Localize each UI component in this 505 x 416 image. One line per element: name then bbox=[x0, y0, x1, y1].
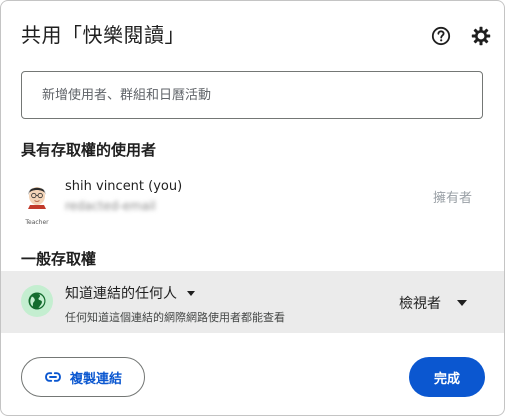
access-section-title: 具有存取權的使用者 bbox=[21, 141, 157, 159]
svg-text:Teacher: Teacher bbox=[24, 219, 49, 226]
copy-link-label: 複製連結 bbox=[69, 371, 122, 387]
globe-icon bbox=[21, 285, 53, 317]
avatar bbox=[23, 179, 51, 219]
copy-link-button[interactable]: 複製連結 bbox=[21, 357, 145, 397]
done-button[interactable]: 完成 bbox=[409, 357, 485, 397]
person-name: shih vincent (you) bbox=[65, 179, 183, 194]
avatar-caption: Teacher bbox=[24, 219, 49, 226]
chevron-down-icon bbox=[187, 290, 195, 296]
share-dialog: 共用「快樂閱讀」 具有存取權的使用者 bbox=[0, 0, 505, 416]
owner-role-label: 擁有者 bbox=[432, 191, 472, 206]
person-email: redacted-email bbox=[65, 199, 156, 213]
link-scope-description: 任何知道這個連結的網際網路使用者都能查看 bbox=[65, 311, 285, 324]
link-icon bbox=[45, 372, 61, 382]
add-people-input[interactable] bbox=[21, 71, 483, 119]
person-row: Teacher shih vincent (you) redacted-emai… bbox=[1, 171, 504, 227]
general-access-row: 知道連結的任何人 任何知道這個連結的網際網路使用者都能查看 檢視者 bbox=[1, 271, 504, 333]
gear-icon[interactable] bbox=[471, 26, 491, 46]
dialog-title: 共用「快樂閱讀」 bbox=[21, 23, 185, 47]
general-access-title: 一般存取權 bbox=[21, 250, 97, 268]
role-dropdown[interactable]: 檢視者 bbox=[399, 293, 467, 313]
role-label: 檢視者 bbox=[399, 296, 441, 312]
link-scope-dropdown[interactable]: 知道連結的任何人 bbox=[65, 283, 195, 303]
help-icon[interactable] bbox=[431, 26, 451, 46]
link-scope-label: 知道連結的任何人 bbox=[65, 286, 177, 302]
chevron-down-icon bbox=[457, 300, 467, 306]
